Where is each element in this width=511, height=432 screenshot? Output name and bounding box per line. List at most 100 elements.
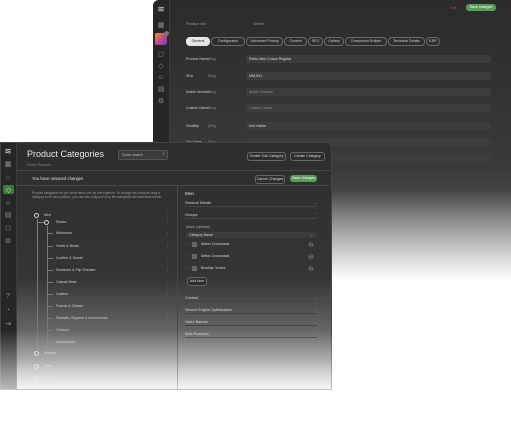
tree-item[interactable]: Sneakers & Flip Sneaker ⋮ xyxy=(56,268,170,273)
catalog-icon[interactable]: ⌂ xyxy=(3,174,13,181)
chevron-down-icon: ⌄ xyxy=(313,295,317,300)
tree-item[interactable]: Athleisure ⋮ xyxy=(56,231,170,236)
collection-item: Artboo Crossroads xyxy=(201,242,230,246)
tree-connector xyxy=(47,306,53,307)
more-icon[interactable]: ⋮ xyxy=(165,304,170,309)
tab-advanced-pricing[interactable]: Advanced Pricing xyxy=(246,37,283,46)
tab-content[interactable]: Content xyxy=(284,37,307,46)
tree-connector xyxy=(47,233,53,234)
field-product-name: Product Name (Req) Pablo Men Colour Regu… xyxy=(186,55,491,64)
tab-gallery[interactable]: Gallery xyxy=(324,37,344,46)
custom-name-input[interactable]: Custom Name xyxy=(246,104,491,112)
field-custom-name: Custom Name (Req) Custom Name xyxy=(186,104,491,113)
more-icon[interactable]: ⋮ xyxy=(165,213,170,218)
document-icon[interactable]: ▤ xyxy=(156,86,166,93)
more-icon[interactable]: ⋮ xyxy=(165,220,170,225)
logout-icon[interactable]: ⇥ xyxy=(3,321,13,328)
tab-seo[interactable]: SEO xyxy=(308,37,323,46)
tree-node-men[interactable]: Men ⋮ xyxy=(44,213,170,218)
cancel-changes-button[interactable]: Cancel Changes xyxy=(255,175,285,184)
exit-link[interactable]: Exit xyxy=(450,6,456,10)
document-icon[interactable]: ▤ xyxy=(3,212,13,219)
tree-connector xyxy=(47,318,53,319)
tree-connector xyxy=(47,282,53,283)
save-changes-button[interactable]: Save changes xyxy=(290,175,317,182)
page-title: Product Categories xyxy=(27,149,105,159)
tree-connector xyxy=(47,246,53,247)
grid-icon[interactable]: ▦ xyxy=(156,22,166,29)
more-icon[interactable]: ⋮ xyxy=(165,268,170,273)
field-visibility: Visibility (Req) Not Visible xyxy=(186,122,491,131)
chevron-down-icon: ⌄ xyxy=(309,232,313,237)
box-icon[interactable]: ◻ xyxy=(156,51,166,58)
notification-badge xyxy=(164,31,169,36)
product-name-input[interactable]: Pablo Men Colour Regular xyxy=(246,55,491,63)
fade-overlay xyxy=(332,190,511,290)
more-icon[interactable]: ⋮ xyxy=(165,280,170,285)
tab-erp[interactable]: ERP xyxy=(426,37,440,46)
more-icon[interactable]: ⋮ xyxy=(165,244,170,249)
tree-item[interactable]: Casual Wear ⋮ xyxy=(56,280,170,285)
search-icon: ⌕ xyxy=(162,151,165,157)
tag-icon[interactable]: ◇ xyxy=(156,63,166,70)
tree-connector xyxy=(47,258,53,259)
chevron-up-icon: ⌃ xyxy=(313,212,317,217)
delete-icon[interactable]: ⊖ xyxy=(308,254,314,261)
sku-input[interactable]: MM-001 xyxy=(246,72,491,80)
tree-item[interactable]: Heels & Boots ⋮ xyxy=(56,244,170,249)
select-label: Attach (Optional) xyxy=(186,225,210,229)
thumbnail xyxy=(192,266,197,271)
users-icon[interactable]: ☺ xyxy=(3,200,13,207)
box-icon[interactable]: ◻ xyxy=(3,225,13,232)
create-sub-category-button[interactable]: Create Sub Category xyxy=(247,152,286,161)
tree-item[interactable]: Leather & Suede ⋮ xyxy=(56,256,170,261)
tree-item[interactable]: Loafers ⋮ xyxy=(56,292,170,297)
add-item-button[interactable]: Add Item xyxy=(187,277,207,286)
grid-icon[interactable]: ▦ xyxy=(3,161,13,168)
expand-node-icon[interactable] xyxy=(34,213,39,218)
delete-icon[interactable]: ⊖ xyxy=(308,266,314,273)
expand-node-icon[interactable] xyxy=(44,220,49,225)
tab-general[interactable]: General xyxy=(186,37,210,46)
breadcrumb[interactable]: Home / Products xyxy=(27,163,51,167)
app-logo-icon: ≋ xyxy=(157,4,165,14)
visibility-select[interactable]: Not Visible xyxy=(246,122,491,130)
more-icon[interactable]: ⋮ xyxy=(165,316,170,321)
app-logo-icon: ≋ xyxy=(4,146,12,156)
help-icon[interactable]: ? xyxy=(3,293,13,300)
collection-item: Artboo Crossroads xyxy=(201,254,230,258)
delete-icon[interactable]: ⊖ xyxy=(308,242,314,249)
category-select[interactable]: Category Name ⌄ xyxy=(186,232,316,238)
section-seo[interactable]: Search Engine Optimisation ⌄ xyxy=(185,307,317,314)
fade-overlay xyxy=(0,330,511,432)
header-label: Product Info xyxy=(186,22,207,26)
collection-item: Brooklyn Victors xyxy=(201,266,226,270)
thumbnail xyxy=(192,254,197,259)
section-content[interactable]: Content ⌄ xyxy=(185,295,317,302)
create-category-button[interactable]: Create Category xyxy=(290,152,325,161)
section-video-banner[interactable]: Video Banner ⌄ xyxy=(185,319,317,326)
header-select[interactable]: Select xyxy=(253,22,264,26)
save-changes-button[interactable]: Save changes xyxy=(466,4,496,11)
tab-component-builder[interactable]: Component Builder xyxy=(345,37,387,46)
quick-search[interactable]: Quick search ⌕ xyxy=(118,150,168,160)
bell-icon[interactable]: ◔ xyxy=(3,307,13,314)
tree-connector xyxy=(47,270,53,271)
more-icon[interactable]: ⋮ xyxy=(165,231,170,236)
users-icon[interactable]: ☺ xyxy=(156,74,166,81)
tab-configurable[interactable]: Configurable xyxy=(211,37,245,46)
tree-item[interactable]: Sandals, Slippers & Accessories ⋮ xyxy=(56,316,170,321)
tree-connector xyxy=(47,294,53,295)
chevron-down-icon: ⌄ xyxy=(313,307,317,312)
settings-icon[interactable]: ⚙ xyxy=(156,98,166,105)
tree-node-shoes[interactable]: Shoes ⋮ xyxy=(56,220,170,225)
more-icon[interactable]: ⋮ xyxy=(165,256,170,261)
more-icon[interactable]: ⋮ xyxy=(165,292,170,297)
search-input-placeholder: Quick search xyxy=(122,153,143,157)
article-number-input[interactable]: Article Number xyxy=(246,88,491,96)
tree-item[interactable]: Formal & Classic ⋮ xyxy=(56,304,170,309)
section-general-details[interactable]: General Details ⌄ xyxy=(185,200,317,207)
tab-technical-details[interactable]: Technical Details xyxy=(388,37,425,46)
section-groups[interactable]: Groups ⌃ xyxy=(185,212,317,219)
settings-icon[interactable]: ⚙ xyxy=(3,238,13,245)
